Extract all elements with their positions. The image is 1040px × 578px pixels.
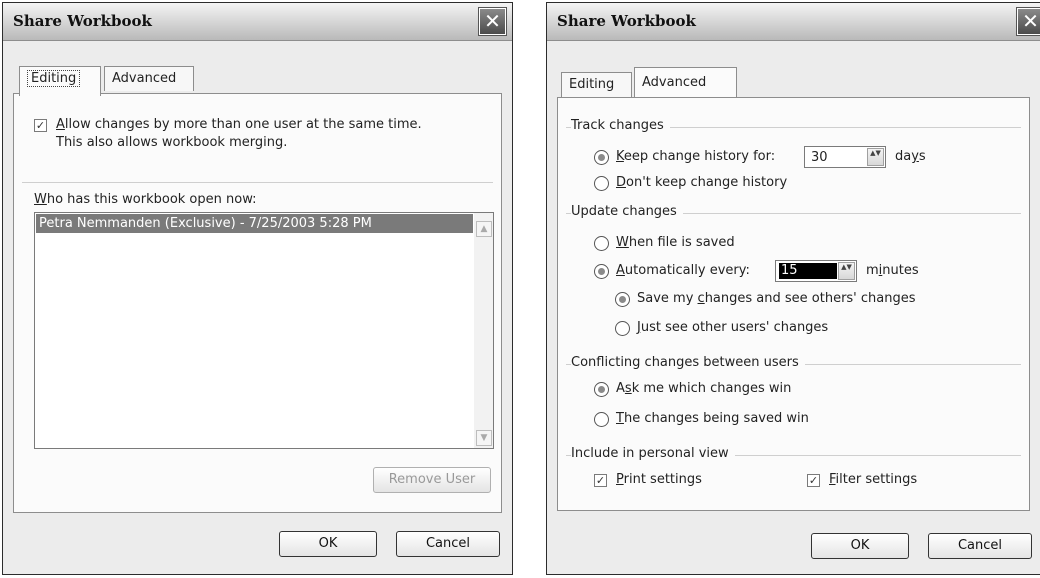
save-mine-radio[interactable] (615, 292, 630, 307)
automatically-radio[interactable] (594, 264, 609, 279)
allow-changes-checkbox[interactable]: ✓ (34, 119, 47, 132)
remove-user-button[interactable]: Remove User (373, 467, 491, 493)
ask-me-radio[interactable] (594, 382, 609, 397)
tab-label: Advanced (112, 71, 177, 86)
minutes-label: minutes (866, 263, 919, 278)
separator (22, 182, 493, 183)
keep-history-label: Keep change history for: (616, 149, 776, 164)
share-workbook-dialog-editing: Share Workbook ✕ Editing Advanced ✓ Allo… (2, 2, 513, 575)
spinner-arrows-icon[interactable]: ▲▼ (838, 262, 855, 280)
when-saved-radio[interactable] (594, 236, 609, 251)
spinner-arrows-icon[interactable]: ▲▼ (867, 148, 884, 166)
when-saved-label: When file is saved (616, 235, 735, 250)
allow-merging-label: This also allows workbook merging. (56, 135, 288, 150)
dialog-title: Share Workbook (557, 12, 696, 30)
ask-me-label: Ask me which changes win (616, 381, 792, 396)
filter-settings-checkbox[interactable]: ✓ (807, 474, 820, 487)
scroll-down-icon[interactable]: ▼ (476, 430, 492, 446)
being-saved-radio[interactable] (594, 412, 609, 427)
personal-view-group-title: Include in personal view (571, 446, 735, 461)
tab-panel-advanced: Track changes Keep change history for: 3… (557, 97, 1030, 511)
title-bar[interactable]: Share Workbook ✕ (3, 3, 512, 41)
tab-label: Advanced (642, 75, 707, 90)
dialog-title: Share Workbook (13, 12, 152, 30)
save-mine-label: Save my changes and see others' changes (637, 291, 916, 306)
tab-editing[interactable]: Editing (561, 72, 632, 97)
allow-changes-label: Allow changes by more than one user at t… (56, 117, 422, 132)
dont-keep-history-radio[interactable] (594, 176, 609, 191)
close-icon[interactable]: ✕ (478, 7, 507, 36)
tab-editing[interactable]: Editing (19, 66, 101, 96)
users-listbox[interactable]: Petra Nemmanden (Exclusive) - 7/25/2003 … (34, 212, 494, 449)
update-minutes-value: 15 (779, 263, 837, 279)
who-has-open-label: Who has this workbook open now: (34, 192, 257, 207)
tab-advanced[interactable]: Advanced (634, 67, 737, 97)
keep-history-radio[interactable] (594, 150, 609, 165)
scroll-up-icon[interactable]: ▲ (476, 221, 492, 237)
update-minutes-spinner[interactable]: 15 ▲▼ (775, 260, 857, 282)
being-saved-label: The changes being saved win (616, 411, 809, 426)
days-label: days (895, 149, 926, 164)
track-changes-group-title: Track changes (571, 118, 670, 133)
conflicting-group-title: Conflicting changes between users (571, 355, 805, 370)
history-days-spinner[interactable]: 30 ▲▼ (804, 146, 886, 168)
close-icon[interactable]: ✕ (1016, 7, 1040, 36)
ok-button[interactable]: OK (811, 533, 909, 559)
automatically-label: Automatically every: (616, 263, 750, 278)
dont-keep-history-label: Don't keep change history (616, 175, 788, 190)
history-days-value: 30 (811, 150, 828, 165)
filter-settings-label: Filter settings (829, 472, 918, 487)
tab-label: Editing (27, 70, 81, 87)
share-workbook-dialog-advanced: Share Workbook ✕ Editing Advanced Track … (546, 2, 1040, 575)
tab-advanced[interactable]: Advanced (104, 66, 194, 91)
print-settings-label: Print settings (616, 472, 702, 487)
cancel-button[interactable]: Cancel (928, 533, 1032, 559)
tab-panel-editing: ✓ Allow changes by more than one user at… (13, 93, 502, 513)
update-changes-group-title: Update changes (571, 204, 683, 219)
just-see-label: Just see other users' changes (637, 320, 829, 335)
cancel-button[interactable]: Cancel (396, 531, 500, 557)
just-see-radio[interactable] (615, 321, 630, 336)
ok-button[interactable]: OK (279, 531, 377, 557)
print-settings-checkbox[interactable]: ✓ (594, 474, 607, 487)
tab-label: Editing (569, 77, 615, 92)
scrollbar[interactable]: ▲ ▼ (474, 213, 493, 448)
title-bar[interactable]: Share Workbook ✕ (547, 3, 1040, 41)
list-item[interactable]: Petra Nemmanden (Exclusive) - 7/25/2003 … (36, 214, 473, 233)
